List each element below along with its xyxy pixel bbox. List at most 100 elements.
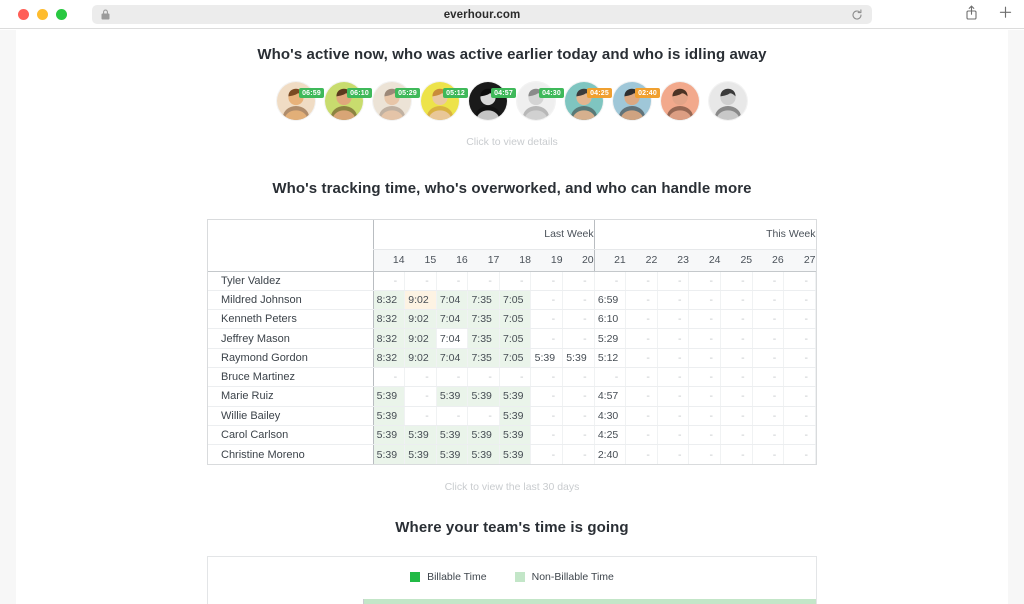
avatar-wrap-6[interactable]: 04:30 [517,82,564,120]
member-name-cell[interactable]: Marie Ruiz [208,386,373,407]
time-cell-lastweek-1[interactable]: 9:02 [404,309,437,330]
avatar-wrap-2[interactable]: 06:10 [325,82,372,120]
time-cell-lastweek-4[interactable]: 5:39 [499,406,532,426]
reload-icon[interactable] [851,8,863,26]
time-cell-lastweek-4[interactable]: 7:05 [499,328,532,349]
time-cell-lastweek-1[interactable]: 9:02 [404,290,437,311]
time-cell-lastweek-1[interactable]: 9:02 [404,328,437,349]
time-cell-thisweek-2[interactable]: - [657,425,690,446]
time-cell-lastweek-0[interactable]: 5:39 [372,406,406,426]
time-cell-lastweek-1[interactable]: 5:39 [404,425,437,446]
table-row[interactable]: Kenneth Peters 8:32 9:02 7:04 7:35 7:05- -6:10… [208,309,816,330]
time-cell-thisweek-1[interactable]: - [625,444,658,464]
address-bar[interactable]: everhour.com [92,5,872,24]
time-cell-thisweek-2[interactable]: - [657,309,690,330]
minimize-window-button[interactable] [37,8,48,20]
time-cell-thisweek-6[interactable]: - [783,348,816,368]
member-name-cell[interactable]: Bruce Martinez [208,367,373,388]
time-cell-lastweek-4[interactable]: 5:39 [499,425,532,446]
member-name-cell[interactable]: Jeffrey Mason [208,328,373,349]
time-cell-lastweek-4[interactable]: - [499,271,532,291]
active-now-caption[interactable]: Click to view details [16,136,1008,148]
time-cell-thisweek-3[interactable]: - [688,328,722,349]
time-cell-thisweek-2[interactable]: - [657,290,690,311]
tracking-caption[interactable]: Click to view the last 30 days [16,481,1008,493]
time-cell-lastweek-0[interactable]: 8:32 [372,290,406,311]
time-cell-lastweek-6[interactable]: - [562,425,595,446]
avatar-wrap-9[interactable] [661,82,699,120]
member-name-cell[interactable]: Mildred Johnson [208,290,373,311]
time-cell-thisweek-3[interactable]: - [688,386,722,407]
time-cell-lastweek-4[interactable]: 5:39 [499,386,532,407]
time-cell-lastweek-4[interactable]: 7:05 [499,290,532,311]
time-cell-lastweek-0[interactable]: - [372,271,406,291]
time-cell-lastweek-6[interactable]: - [562,328,595,349]
day-header-23[interactable]: 23 [657,249,689,272]
time-cell-thisweek-2[interactable]: - [657,444,690,464]
time-cell-lastweek-2[interactable]: 5:39 [436,386,469,407]
time-cell-thisweek-4[interactable]: - [720,406,753,426]
time-cell-lastweek-5[interactable]: - [530,328,564,349]
time-cell-thisweek-5[interactable]: - [752,328,785,349]
time-cell-lastweek-4[interactable]: 5:39 [499,444,532,464]
member-name-cell[interactable]: Kenneth Peters [208,309,373,330]
time-cell-lastweek-5[interactable]: - [530,290,564,311]
time-cell-lastweek-2[interactable]: 7:04 [436,290,469,311]
time-cell-lastweek-0[interactable]: - [372,367,406,388]
time-cell-lastweek-0[interactable]: 8:32 [372,328,406,349]
time-cell-thisweek-1[interactable]: - [625,290,658,311]
table-row[interactable]: Mildred Johnson 8:32 9:02 7:04 7:35 7:05- -6:5… [208,290,816,311]
time-cell-lastweek-5[interactable]: - [530,309,564,330]
time-cell-thisweek-1[interactable]: - [625,271,658,291]
time-cell-lastweek-4[interactable]: 7:05 [499,309,532,330]
time-cell-thisweek-0[interactable]: 6:59 [593,290,627,311]
time-cell-thisweek-0[interactable]: 4:30 [593,406,627,426]
time-cell-lastweek-3[interactable]: 7:35 [467,290,500,311]
member-name-cell[interactable]: Willie Bailey [208,406,373,426]
time-cell-thisweek-0[interactable]: 5:12 [593,348,627,368]
time-cell-thisweek-1[interactable]: - [625,309,658,330]
day-header-17[interactable]: 17 [467,249,500,272]
time-cell-thisweek-4[interactable]: - [720,328,753,349]
time-cell-lastweek-1[interactable]: - [404,406,437,426]
time-cell-lastweek-2[interactable]: 5:39 [436,425,469,446]
time-cell-lastweek-3[interactable]: 7:35 [467,328,500,349]
time-cell-thisweek-2[interactable]: - [657,348,690,368]
time-cell-thisweek-6[interactable]: - [783,271,816,291]
legend-item-1[interactable]: Billable Time [410,571,487,583]
time-cell-thisweek-6[interactable]: - [783,425,816,446]
close-window-button[interactable] [18,8,29,20]
table-row[interactable]: Willie Bailey 5:39- - -5:39- -4:30- - - - - - [208,406,816,426]
time-cell-thisweek-4[interactable]: - [720,290,753,311]
time-cell-thisweek-2[interactable]: - [657,386,690,407]
time-cell-thisweek-3[interactable]: - [688,444,722,464]
time-cell-thisweek-6[interactable]: - [783,406,816,426]
time-cell-lastweek-1[interactable]: 9:02 [404,348,437,368]
time-cell-lastweek-1[interactable]: - [404,386,437,407]
legend-item-2[interactable]: Non-Billable Time [514,571,614,583]
time-cell-lastweek-2[interactable]: - [436,406,469,426]
member-name-cell[interactable]: Carol Carlson [208,425,373,446]
time-cell-thisweek-3[interactable]: - [688,290,722,311]
time-cell-thisweek-6[interactable]: - [783,309,816,330]
time-cell-lastweek-5[interactable]: - [530,367,564,388]
time-cell-thisweek-5[interactable]: - [752,271,785,291]
time-cell-thisweek-4[interactable]: - [720,444,753,464]
day-header-19[interactable]: 19 [530,249,563,272]
time-cell-thisweek-6[interactable]: - [783,444,816,464]
time-cell-thisweek-1[interactable]: - [625,367,658,388]
day-header-24[interactable]: 24 [688,249,721,272]
day-header-21[interactable]: 21 [593,249,626,272]
time-cell-lastweek-3[interactable]: 7:35 [467,309,500,330]
avatar[interactable] [661,82,699,120]
time-cell-thisweek-6[interactable]: - [783,367,816,388]
avatar-wrap-1[interactable]: 06:59 [277,82,324,120]
time-cell-thisweek-3[interactable]: - [688,348,722,368]
time-cell-thisweek-0[interactable]: 6:10 [593,309,627,330]
time-cell-lastweek-4[interactable]: 7:05 [499,348,532,368]
time-cell-lastweek-2[interactable]: 7:04 [436,348,469,368]
time-cell-thisweek-3[interactable]: - [688,309,722,330]
avatar-wrap-4[interactable]: 05:12 [421,82,468,120]
time-cell-thisweek-5[interactable]: - [752,406,785,426]
active-avatars-row[interactable]: 06:59 06:10 05:29 05:12 04:57 04:30 04:25 02:40 [16,82,1008,120]
